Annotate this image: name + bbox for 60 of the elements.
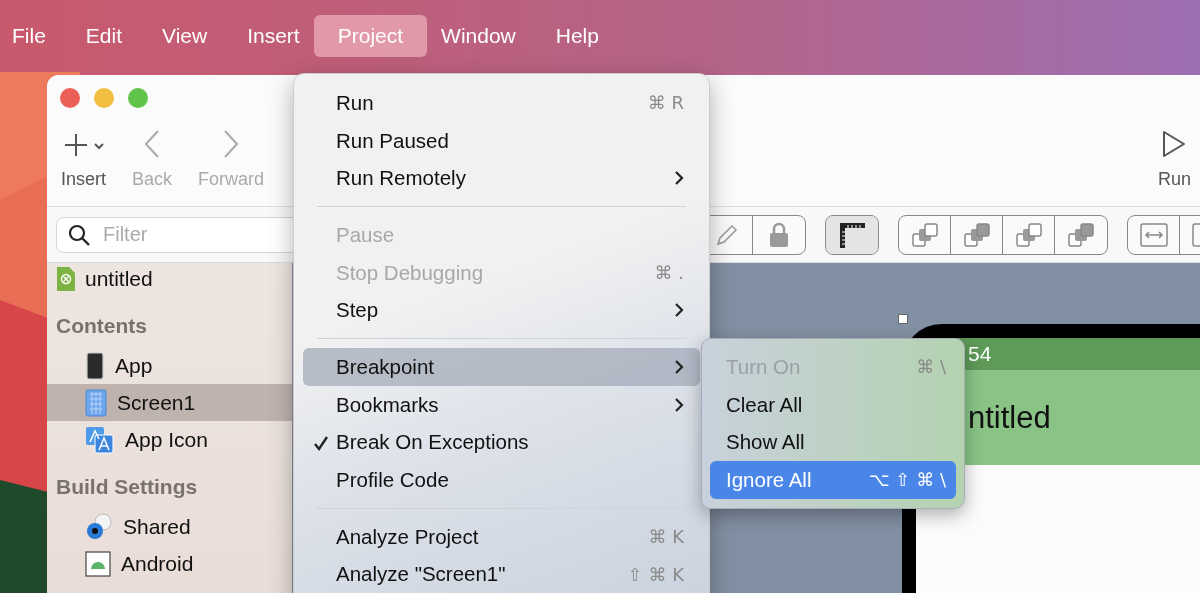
menu-item[interactable]: Profile Code: [303, 461, 700, 499]
menu-item[interactable]: Step: [303, 291, 700, 330]
sidebar-item[interactable]: Android: [47, 545, 292, 582]
tool-button[interactable]: [826, 215, 878, 254]
shortcut: ⌘ K: [648, 526, 684, 548]
phone-icon: [85, 351, 105, 380]
sidebar-item[interactable]: Screen1: [47, 384, 292, 421]
arrange-icon: [1067, 220, 1095, 249]
play-icon: [1161, 129, 1188, 159]
section-header: Contents: [55, 313, 148, 339]
chevron-right-icon: [674, 358, 684, 375]
menu-item[interactable]: Run ⌘ R: [303, 84, 700, 122]
plus-icon: [62, 131, 105, 159]
toolbar-button[interactable]: Insert: [55, 120, 113, 190]
android-icon: [85, 550, 111, 577]
menu-item[interactable]: Analyze "Screen1" ⇧ ⌘ K: [303, 555, 700, 593]
grid-icon: [85, 388, 107, 417]
resize-handle[interactable]: [898, 314, 908, 324]
menu-item[interactable]: Analyze Project ⌘ K: [303, 517, 700, 556]
menu-bar-item[interactable]: Edit: [65, 15, 143, 57]
menu-item[interactable]: Ignore All ⌥ ⇧ ⌘ \: [710, 461, 956, 499]
zoom-button[interactable]: [128, 88, 148, 108]
sidebar-item[interactable]: Shared: [47, 508, 292, 545]
menu-item[interactable]: Show All: [710, 423, 956, 462]
menu-item[interactable]: Breakpoint: [303, 348, 700, 386]
arrange-icon: [1014, 220, 1043, 249]
sidebar-item[interactable]: App: [47, 347, 292, 384]
arrange-icon: [962, 220, 991, 249]
sidebar-item[interactable]: App Icon: [47, 421, 292, 458]
menu-item[interactable]: Run Remotely: [303, 159, 700, 198]
document-icon: [57, 267, 75, 291]
close-button[interactable]: [60, 88, 80, 108]
ruler-icon: [838, 220, 866, 249]
run-button[interactable]: Run: [1151, 120, 1197, 190]
width-icon: [1139, 222, 1168, 247]
menu-item[interactable]: Break On Exceptions: [303, 423, 700, 462]
menu-item[interactable]: Run Paused: [303, 121, 700, 160]
menu-bar-item[interactable]: Help: [535, 15, 619, 57]
chevron-right-icon: [674, 396, 684, 413]
shortcut: ⌥ ⇧ ⌘ \: [868, 469, 946, 491]
checkmark-icon: [313, 434, 329, 451]
sidebar-item[interactable]: untitled: [47, 261, 292, 297]
status-time: 54: [968, 342, 992, 366]
shortcut: ⇧ ⌘ K: [627, 563, 684, 585]
shortcut: ⌘ .: [654, 262, 684, 284]
menu-item[interactable]: Clear All: [710, 385, 956, 424]
app-icon-icon: [85, 425, 115, 454]
menu-bar-item[interactable]: View: [142, 15, 228, 57]
chevron-right-icon: [674, 170, 684, 187]
shortcut: ⌘ R: [647, 92, 684, 114]
section-header: Build Settings: [55, 474, 199, 500]
arrange-icon: [910, 220, 939, 249]
chevron-right-icon: [674, 302, 684, 319]
shared-icon: [85, 512, 113, 541]
lock-icon: [768, 221, 790, 248]
menu-bar-item[interactable]: File: [0, 15, 66, 57]
menu-item[interactable]: Bookmarks: [303, 385, 700, 424]
screen-title: ntitled: [968, 399, 1051, 436]
shortcut: ⌘ \: [916, 356, 946, 378]
search-icon: [67, 222, 91, 247]
